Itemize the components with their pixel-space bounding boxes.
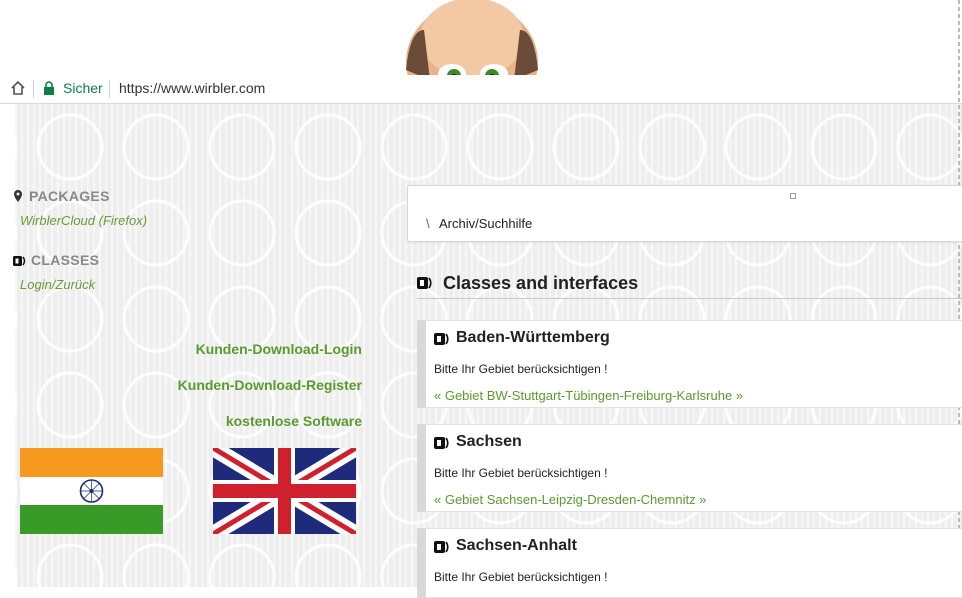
- region-title[interactable]: Baden-Württemberg: [456, 329, 610, 347]
- packages-link[interactable]: WirblerCloud (Firefox): [20, 213, 147, 228]
- class-icon: [417, 277, 432, 289]
- classes-link[interactable]: Login/Zurück: [20, 277, 95, 292]
- region-description: Bitte Ihr Gebiet berücksichtigen !: [434, 466, 608, 480]
- download-login-link[interactable]: Kunden-Download-Login: [196, 341, 362, 357]
- url-field[interactable]: https://www.wirbler.com: [119, 80, 265, 96]
- region-title[interactable]: Sachsen-Anhalt: [456, 537, 577, 555]
- divider: [417, 298, 962, 299]
- map-pin-icon: [14, 190, 22, 202]
- breadcrumb-item[interactable]: Archiv/Suchhilfe: [439, 216, 532, 231]
- region-link[interactable]: « Gebiet Sachsen-Leipzig-Dresden-Chemnit…: [434, 492, 706, 507]
- region-link[interactable]: « Gebiet BW-Stuttgart-Tübingen-Freiburg-…: [434, 388, 743, 403]
- uk-flag[interactable]: [213, 448, 356, 534]
- home-icon[interactable]: [10, 80, 26, 96]
- breadcrumb-separator: \: [426, 216, 430, 231]
- lock-icon: [44, 81, 54, 95]
- section-title: Classes and interfaces: [443, 273, 639, 293]
- divider: [33, 80, 34, 98]
- region-description: Bitte Ihr Gebiet berücksichtigen !: [434, 570, 608, 584]
- region-card: Sachsen-Anhalt Bitte Ihr Gebiet berücksi…: [417, 528, 962, 598]
- region-title[interactable]: Sachsen: [456, 433, 522, 451]
- region-description: Bitte Ihr Gebiet berücksichtigen !: [434, 362, 608, 376]
- packages-heading: PACKAGES: [29, 188, 110, 204]
- class-icon: [434, 437, 449, 449]
- class-icon: [434, 541, 449, 553]
- india-flag[interactable]: [20, 448, 163, 534]
- class-icon: [13, 256, 26, 266]
- breadcrumb: \ Archiv/Suchhilfe: [407, 185, 962, 242]
- secure-label: Sicher: [63, 80, 103, 96]
- region-card: Baden-Württemberg Bitte Ihr Gebiet berüc…: [417, 320, 962, 408]
- mascot-face: [402, 0, 542, 80]
- divider: [109, 80, 110, 98]
- expand-handle-icon[interactable]: [790, 193, 796, 199]
- class-icon: [434, 333, 449, 345]
- classes-heading: CLASSES: [31, 252, 100, 268]
- download-register-link[interactable]: Kunden-Download-Register: [178, 377, 362, 393]
- address-bar[interactable]: Sicher https://www.wirbler.com: [0, 75, 962, 104]
- free-software-link[interactable]: kostenlose Software: [226, 413, 362, 429]
- region-card: Sachsen Bitte Ihr Gebiet berücksichtigen…: [417, 424, 962, 512]
